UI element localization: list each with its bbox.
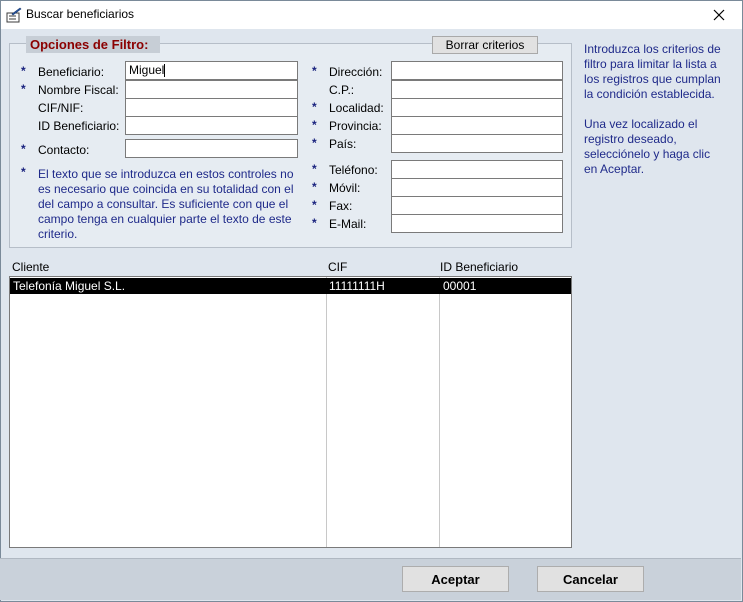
- label-id-beneficiario: ID Beneficiario:: [38, 119, 120, 133]
- label-provincia: Provincia:: [329, 119, 382, 133]
- label-telefono: Teléfono:: [329, 163, 378, 177]
- column-header-cliente[interactable]: Cliente: [12, 260, 49, 274]
- localidad-input[interactable]: [391, 98, 563, 117]
- label-direccion: Dirección:: [329, 65, 383, 79]
- edit-document-icon: [6, 7, 22, 23]
- label-beneficiario: Beneficiario:: [38, 65, 105, 79]
- cancel-button[interactable]: Cancelar: [537, 566, 644, 592]
- close-icon: [713, 9, 725, 21]
- clear-criteria-button[interactable]: Borrar criterios: [432, 36, 538, 54]
- window-title: Buscar beneficiarios: [26, 7, 135, 21]
- email-input[interactable]: [391, 214, 563, 233]
- asterisk-icon: *: [312, 180, 317, 194]
- label-localidad: Localidad:: [329, 101, 384, 115]
- asterisk-icon: *: [312, 198, 317, 212]
- column-header-cif[interactable]: CIF: [328, 260, 347, 274]
- cif-nif-input[interactable]: [125, 98, 298, 117]
- label-nombre-fiscal: Nombre Fiscal:: [38, 83, 119, 97]
- beneficiario-input[interactable]: Miguel: [125, 61, 298, 80]
- table-row[interactable]: Telefonía Miguel S.L. 11111111H 00001: [10, 278, 571, 294]
- asterisk-icon: *: [21, 64, 26, 78]
- id-beneficiario-input[interactable]: [125, 116, 298, 135]
- fax-input[interactable]: [391, 196, 563, 215]
- cell-cliente: Telefonía Miguel S.L.: [13, 279, 126, 293]
- filter-note: El texto que se introduzca en estos cont…: [38, 167, 294, 241]
- column-header-id-beneficiario[interactable]: ID Beneficiario: [440, 260, 518, 274]
- asterisk-icon: *: [312, 136, 317, 150]
- asterisk-icon: *: [312, 162, 317, 176]
- contacto-input[interactable]: [125, 139, 298, 158]
- cell-id: 00001: [443, 279, 477, 293]
- direccion-input[interactable]: [391, 61, 563, 80]
- close-button[interactable]: [696, 1, 742, 29]
- provincia-input[interactable]: [391, 116, 563, 135]
- label-movil: Móvil:: [329, 181, 361, 195]
- asterisk-icon: *: [21, 82, 26, 96]
- help-text: Introduzca los criterios de filtro para …: [584, 42, 724, 177]
- label-email: E-Mail:: [329, 217, 367, 231]
- pais-input[interactable]: [391, 134, 563, 153]
- asterisk-icon: *: [312, 216, 317, 230]
- cell-cif: 11111111H: [329, 279, 385, 293]
- label-pais: País:: [329, 137, 357, 151]
- label-cp: C.P.:: [329, 83, 355, 97]
- asterisk-icon: *: [312, 118, 317, 132]
- nombre-fiscal-input[interactable]: [125, 80, 298, 99]
- asterisk-icon: *: [312, 64, 317, 78]
- title-bar: Buscar beneficiarios: [1, 1, 742, 29]
- filter-legend: Opciones de Filtro:: [26, 36, 160, 53]
- results-grid[interactable]: Telefonía Miguel S.L. 11111111H 00001: [9, 276, 572, 548]
- label-fax: Fax:: [329, 199, 353, 213]
- telefono-input[interactable]: [391, 160, 563, 179]
- movil-input[interactable]: [391, 178, 563, 197]
- cp-input[interactable]: [391, 80, 563, 99]
- help-paragraph-2: Una vez localizado el registro deseado, …: [584, 117, 711, 176]
- asterisk-icon: *: [21, 165, 26, 179]
- label-contacto: Contacto:: [38, 143, 90, 157]
- column-divider: [326, 277, 327, 547]
- asterisk-icon: *: [312, 100, 317, 114]
- asterisk-icon: *: [21, 142, 26, 156]
- label-cif-nif: CIF/NIF:: [38, 101, 84, 115]
- column-divider: [439, 277, 440, 547]
- accept-button[interactable]: Aceptar: [402, 566, 509, 592]
- help-paragraph-1: Introduzca los criterios de filtro para …: [584, 42, 721, 101]
